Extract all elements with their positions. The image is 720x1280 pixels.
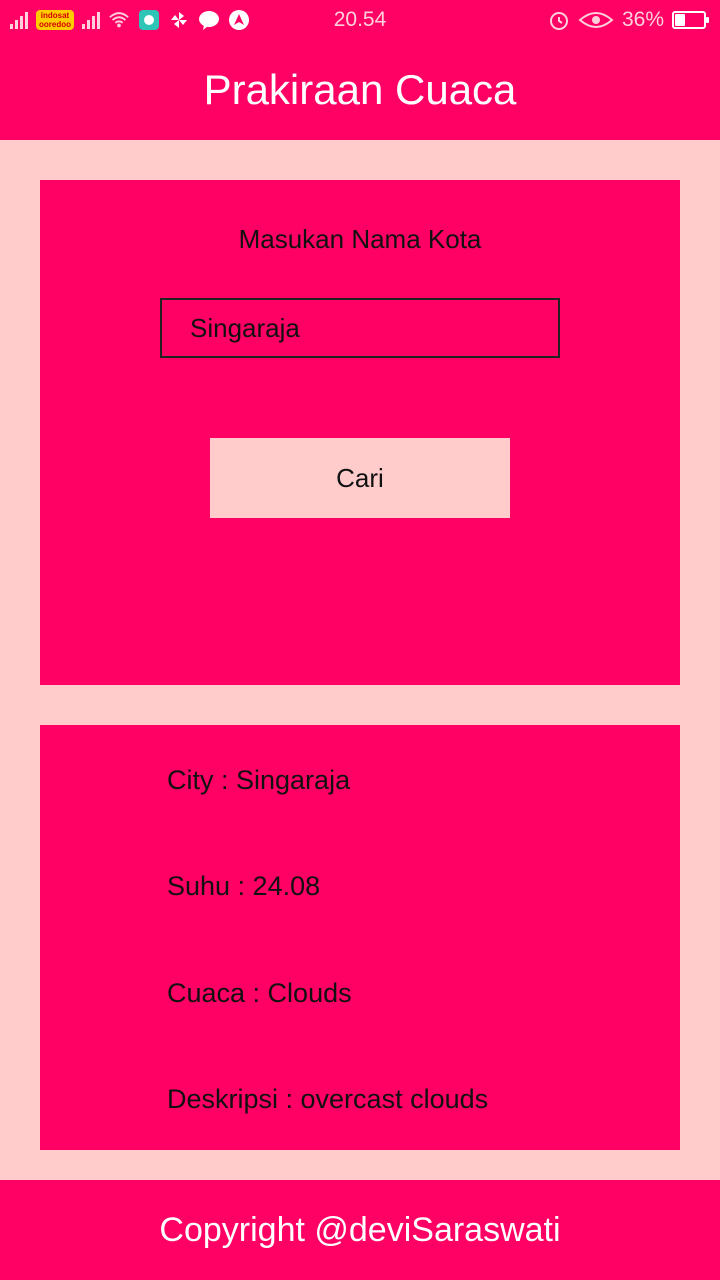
status-bar-right: 36% [548, 6, 709, 34]
app-title: Prakiraan Cuaca [203, 66, 517, 113]
battery-percentage: 36% [621, 8, 664, 31]
eye-icon [578, 9, 614, 31]
result-city: City : Singaraja [167, 765, 351, 795]
city-input-label: Masukan Nama Kota [238, 224, 482, 254]
app-bar: Prakiraan Cuaca [0, 40, 720, 140]
footer: Copyright @deviSaraswati [0, 1180, 720, 1280]
result-temperature: Suhu : 24.08 [167, 871, 321, 901]
search-button[interactable]: Cari [210, 438, 510, 518]
search-card: Masukan Nama Kota Cari [40, 180, 680, 685]
weather-result-card: City : Singaraja Suhu : 24.08 Cuaca : Cl… [40, 725, 680, 1150]
battery-icon [672, 11, 709, 29]
result-description: Deskripsi : overcast clouds [167, 1084, 489, 1114]
battery-level [675, 14, 685, 26]
city-input[interactable] [160, 298, 560, 358]
status-bar: indosat ooredoo 20.54 36% [0, 0, 720, 40]
copyright-text: Copyright @deviSaraswati [159, 1210, 561, 1249]
result-weather: Cuaca : Clouds [167, 978, 352, 1008]
alarm-icon [548, 9, 570, 31]
